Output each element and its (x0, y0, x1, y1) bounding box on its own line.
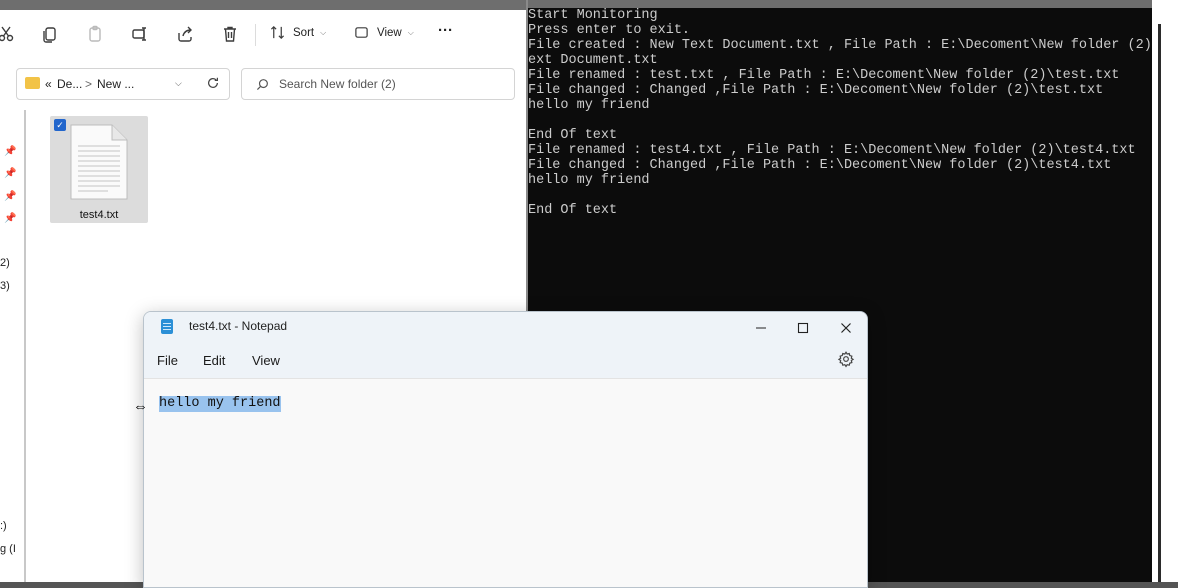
sort-button[interactable]: Sort ⌵ (270, 25, 326, 40)
more-options-button[interactable]: ··· (438, 22, 453, 39)
console-line: Start Monitoring (528, 8, 658, 23)
maximize-icon (797, 322, 809, 334)
console-line: End Of text (528, 203, 618, 218)
breadcrumb-item[interactable]: New ... (97, 77, 134, 91)
console-line: File renamed : test.txt , File Path : E:… (528, 68, 1120, 83)
console-line: File created : New Text Document.txt , F… (528, 38, 1150, 53)
settings-gear-icon[interactable] (837, 350, 855, 368)
resize-cursor-icon: ⇔ (133, 398, 148, 415)
selected-text[interactable]: hello my friend (159, 396, 281, 412)
console-line: Press enter to exit. (528, 23, 691, 38)
pin-icon[interactable]: 📌 (4, 168, 16, 179)
checkbox-checked-icon[interactable]: ✓ (54, 119, 66, 131)
delete-icon[interactable] (220, 24, 240, 44)
menu-view[interactable]: View (252, 353, 280, 368)
notepad-window: test4.txt - Notepad File Edit View hello… (143, 311, 868, 588)
pin-icon[interactable]: 📌 (4, 191, 16, 202)
nav-item-fragment[interactable]: 3) (0, 280, 10, 292)
view-icon (355, 27, 368, 38)
notepad-menubar: File Edit View (144, 344, 867, 378)
nav-item-fragment[interactable]: g (I (0, 543, 16, 555)
scrollbar-thumb[interactable] (1158, 24, 1161, 584)
console-line: File changed : Changed ,File Path : E:\D… (528, 83, 1104, 98)
console-line: hello my friend (528, 173, 650, 188)
console-scrollbar[interactable] (1152, 0, 1178, 588)
paste-icon[interactable] (85, 24, 105, 44)
explorer-top-strip (0, 0, 526, 10)
sort-icon (270, 26, 285, 39)
file-item-test4[interactable]: ✓ test4.txt (50, 116, 148, 223)
nav-item-fragment[interactable]: :) (0, 520, 7, 532)
more-options-icon: ··· (438, 22, 453, 39)
console-line: File renamed : test4.txt , File Path : E… (528, 143, 1136, 158)
close-button[interactable] (823, 312, 867, 344)
chevron-down-icon[interactable]: ⌵ (175, 78, 182, 89)
folder-icon (25, 77, 40, 89)
copy-icon[interactable] (40, 24, 60, 44)
chevron-down-icon: ⌵ (320, 27, 327, 37)
view-button[interactable]: View ⌵ (354, 25, 414, 40)
pin-icon[interactable]: 📌 (4, 146, 16, 157)
console-line: ext Document.txt (528, 53, 658, 68)
pin-icon[interactable]: 📌 (4, 213, 16, 224)
window-title: test4.txt - Notepad (189, 319, 288, 333)
file-name-label: test4.txt (79, 209, 119, 221)
address-bar[interactable]: « De... > New ... ⌵ (16, 68, 230, 100)
search-placeholder: Search New folder (2) (279, 77, 396, 91)
search-icon (256, 79, 268, 91)
console-line: End Of text (528, 128, 618, 143)
nav-item-fragment[interactable]: 2) (0, 257, 10, 269)
refresh-icon[interactable] (206, 76, 220, 90)
address-prefix: « (45, 77, 52, 91)
console-line: hello my friend (528, 98, 650, 113)
breadcrumb-separator: > (85, 77, 93, 91)
breadcrumb-item[interactable]: De... (57, 77, 82, 91)
navigation-pane: 📌 📌 📌 📌 2) 3) :) g (I (0, 110, 26, 588)
notepad-text-area[interactable]: hello my friend (144, 378, 867, 587)
rename-icon[interactable] (130, 24, 150, 44)
search-box[interactable]: Search New folder (2) (241, 68, 515, 100)
cut-icon[interactable] (0, 24, 16, 44)
menu-file[interactable]: File (157, 353, 178, 368)
toolbar-separator (255, 24, 256, 46)
console-line: File changed : Changed ,File Path : E:\D… (528, 158, 1112, 173)
close-icon (841, 323, 851, 333)
maximize-button[interactable] (780, 312, 826, 344)
text-file-icon (70, 124, 128, 200)
notepad-app-icon (161, 319, 173, 334)
view-label: View (377, 26, 402, 39)
menu-edit[interactable]: Edit (203, 353, 225, 368)
notepad-titlebar[interactable]: test4.txt - Notepad (144, 312, 867, 344)
console-top-strip (528, 0, 1152, 8)
chevron-down-icon: ⌵ (407, 27, 414, 37)
minimize-icon (756, 327, 766, 329)
explorer-toolbar: Sort ⌵ View ⌵ ··· (0, 10, 526, 58)
share-icon[interactable] (175, 24, 195, 44)
minimize-button[interactable] (738, 312, 784, 344)
sort-label: Sort (293, 26, 315, 39)
